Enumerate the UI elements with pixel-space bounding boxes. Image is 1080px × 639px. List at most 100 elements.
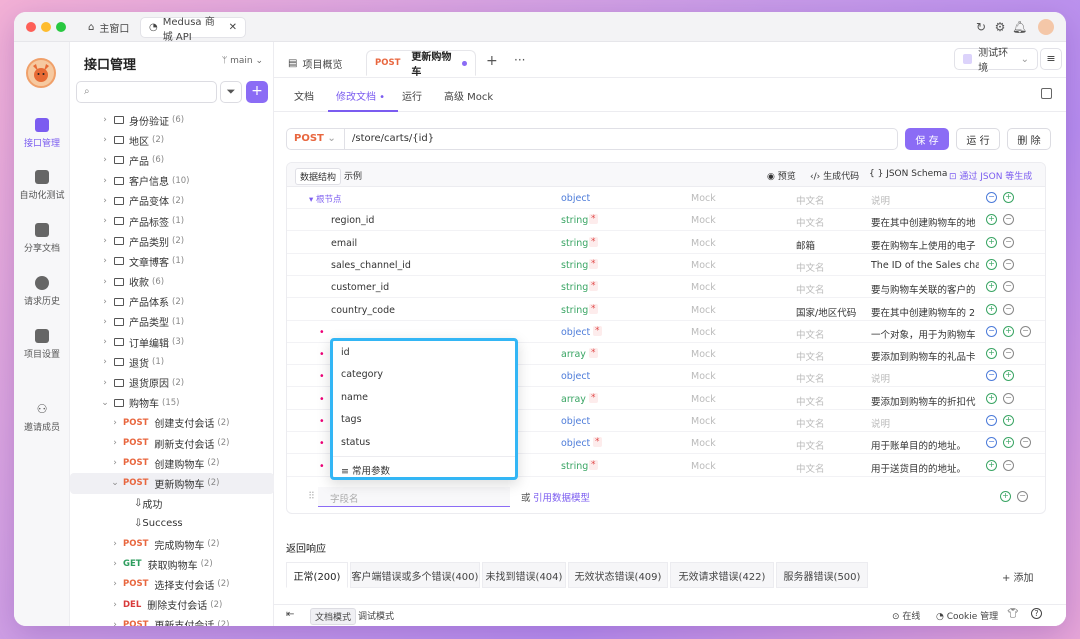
close-window-button[interactable]: [26, 22, 36, 32]
required-mark[interactable]: *: [589, 348, 598, 359]
gear-icon[interactable]: ⚙: [993, 20, 1007, 34]
description-field[interactable]: 说明: [871, 416, 979, 430]
mock-field[interactable]: Mock: [691, 394, 716, 405]
add-field-icon[interactable]: +: [986, 281, 997, 293]
mock-field[interactable]: Mock: [691, 371, 716, 382]
branch-selector[interactable]: ᛘ main ⌄: [222, 56, 263, 66]
required-mark[interactable]: *: [589, 303, 598, 314]
drag-handle-icon[interactable]: ⠿: [308, 491, 315, 502]
required-mark[interactable]: *: [589, 236, 598, 247]
chinese-name-field[interactable]: 中文名: [796, 260, 825, 274]
chinese-name-field[interactable]: 中文名: [796, 394, 825, 408]
folder-item[interactable]: › 订单编辑 (3): [70, 332, 274, 352]
add-field-icon[interactable]: +: [986, 392, 997, 404]
tab-data-structure[interactable]: 数据结构: [295, 168, 342, 185]
chinese-name-field[interactable]: 中文名: [796, 371, 825, 385]
description-field[interactable]: 用于送货目的的地址。: [871, 461, 979, 475]
remove-field-icon[interactable]: −: [1020, 437, 1031, 449]
json-schema-button[interactable]: { } JSON Schema: [869, 169, 947, 179]
remove-field-icon[interactable]: −: [1003, 236, 1014, 248]
description-field[interactable]: 说明: [871, 193, 979, 207]
minimize-window-button[interactable]: [41, 22, 51, 32]
remove-field-icon[interactable]: −: [1003, 258, 1014, 270]
description-field[interactable]: 要添加到购物车的礼品卡: [871, 349, 979, 363]
response-tab[interactable]: 无效请求错误(422): [670, 562, 774, 588]
collapse-icon[interactable]: −: [986, 437, 997, 449]
mock-field[interactable]: Mock: [691, 438, 716, 449]
field-type[interactable]: object: [561, 193, 590, 204]
folder-item[interactable]: › 退货原因 (2): [70, 372, 274, 392]
debug-mode-button[interactable]: 调试模式: [358, 609, 394, 622]
environment-select[interactable]: 测试环境 ⌄: [954, 48, 1038, 74]
mock-field[interactable]: Mock: [691, 327, 716, 338]
tab-project[interactable]: ◔ Medusa 商城 API ✕: [140, 17, 246, 43]
search-input[interactable]: ⌕: [76, 81, 217, 103]
required-mark[interactable]: *: [589, 258, 598, 269]
folder-item[interactable]: › 文章博客 (1): [70, 251, 274, 271]
field-type[interactable]: string: [561, 305, 588, 316]
required-mark[interactable]: *: [589, 281, 598, 292]
endpoint-item[interactable]: › POST 选择支付会话 (2): [70, 574, 274, 594]
description-field[interactable]: 一个对象，用于为购物车: [871, 327, 979, 341]
mock-field[interactable]: Mock: [691, 416, 716, 427]
new-tab-icon[interactable]: +: [486, 53, 498, 69]
endpoint-item[interactable]: › POST 创建支付会话 (2): [70, 413, 274, 433]
rail-item-invite[interactable]: ⚇ 邀请成员: [14, 402, 70, 433]
add-field-icon[interactable]: +: [986, 303, 997, 315]
remove-field-icon[interactable]: −: [1003, 392, 1014, 404]
remove-field-icon[interactable]: −: [1003, 459, 1014, 471]
field-name[interactable]: sales_channel_id: [331, 260, 411, 271]
avatar[interactable]: [1038, 19, 1054, 35]
field-name[interactable]: email: [331, 238, 357, 249]
description-field[interactable]: 要在其中创建购物车的 2: [871, 305, 979, 319]
field-type[interactable]: object: [561, 438, 590, 449]
required-mark[interactable]: *: [593, 437, 602, 448]
description-field[interactable]: The ID of the Sales chan: [871, 260, 979, 271]
folder-item[interactable]: › 客户信息 (10): [70, 171, 274, 191]
field-type[interactable]: array: [561, 394, 586, 405]
endpoint-item[interactable]: › POST 完成购物车 (2): [70, 534, 274, 554]
endpoint-item[interactable]: › POST 刷新支付会话 (2): [70, 433, 274, 453]
cookie-manager[interactable]: ◔ Cookie 管理: [936, 609, 998, 622]
folder-item[interactable]: › 产品 (6): [70, 150, 274, 170]
suggestion-item[interactable]: name: [333, 386, 515, 408]
menu-icon[interactable]: ≡: [1040, 48, 1062, 70]
description-field[interactable]: 要添加到购物车的折扣代: [871, 394, 979, 408]
field-type[interactable]: object: [561, 371, 590, 382]
add-field-icon[interactable]: +: [986, 214, 997, 226]
response-tab[interactable]: 正常(200): [286, 562, 348, 588]
generate-code-button[interactable]: ‹/› 生成代码: [810, 169, 859, 182]
chinese-name-field[interactable]: 国家/地区代码: [796, 305, 856, 319]
mock-field[interactable]: Mock: [691, 238, 716, 249]
add-child-icon[interactable]: +: [1003, 325, 1014, 337]
rail-item-automation[interactable]: 自动化测试: [14, 170, 70, 201]
field-type[interactable]: string: [561, 461, 588, 472]
tab-update-cart[interactable]: POST 更新购物车: [366, 50, 476, 78]
more-icon[interactable]: ···: [514, 53, 525, 67]
required-mark[interactable]: *: [589, 459, 598, 470]
description-field[interactable]: 说明: [871, 371, 979, 385]
rail-item-history[interactable]: 请求历史: [14, 276, 70, 307]
suggestion-item[interactable]: status: [333, 431, 515, 453]
suggestion-item[interactable]: category: [333, 363, 515, 385]
chinese-name-field[interactable]: 邮箱: [796, 238, 815, 252]
subtab-docs[interactable]: 文档: [294, 88, 314, 103]
remove-field-icon[interactable]: −: [1003, 303, 1014, 315]
rail-item-settings[interactable]: 项目设置: [14, 329, 70, 360]
bell-icon[interactable]: 🔔︎: [1012, 20, 1027, 34]
subtab-run[interactable]: 运行: [402, 88, 422, 103]
response-tab[interactable]: 服务器错误(500): [776, 562, 868, 588]
folder-item[interactable]: › 产品标签 (1): [70, 211, 274, 231]
help-icon[interactable]: ?: [1031, 608, 1042, 619]
generate-from-json-button[interactable]: ⊡ 通过 JSON 等生成: [949, 169, 1032, 182]
add-field-icon[interactable]: +: [986, 459, 997, 471]
folder-item[interactable]: › 产品类型 (1): [70, 312, 274, 332]
remove-field-icon[interactable]: −: [1017, 491, 1028, 502]
mock-field[interactable]: Mock: [691, 260, 716, 271]
rail-item-share[interactable]: 分享文档: [14, 223, 70, 254]
field-name-input[interactable]: ⠿ 字段名: [308, 487, 510, 507]
field-name[interactable]: customer_id: [331, 282, 389, 293]
tab-overview[interactable]: ▤ 项目概览: [280, 50, 350, 76]
field-type[interactable]: string: [561, 215, 588, 226]
chinese-name-field[interactable]: 中文名: [796, 349, 825, 363]
